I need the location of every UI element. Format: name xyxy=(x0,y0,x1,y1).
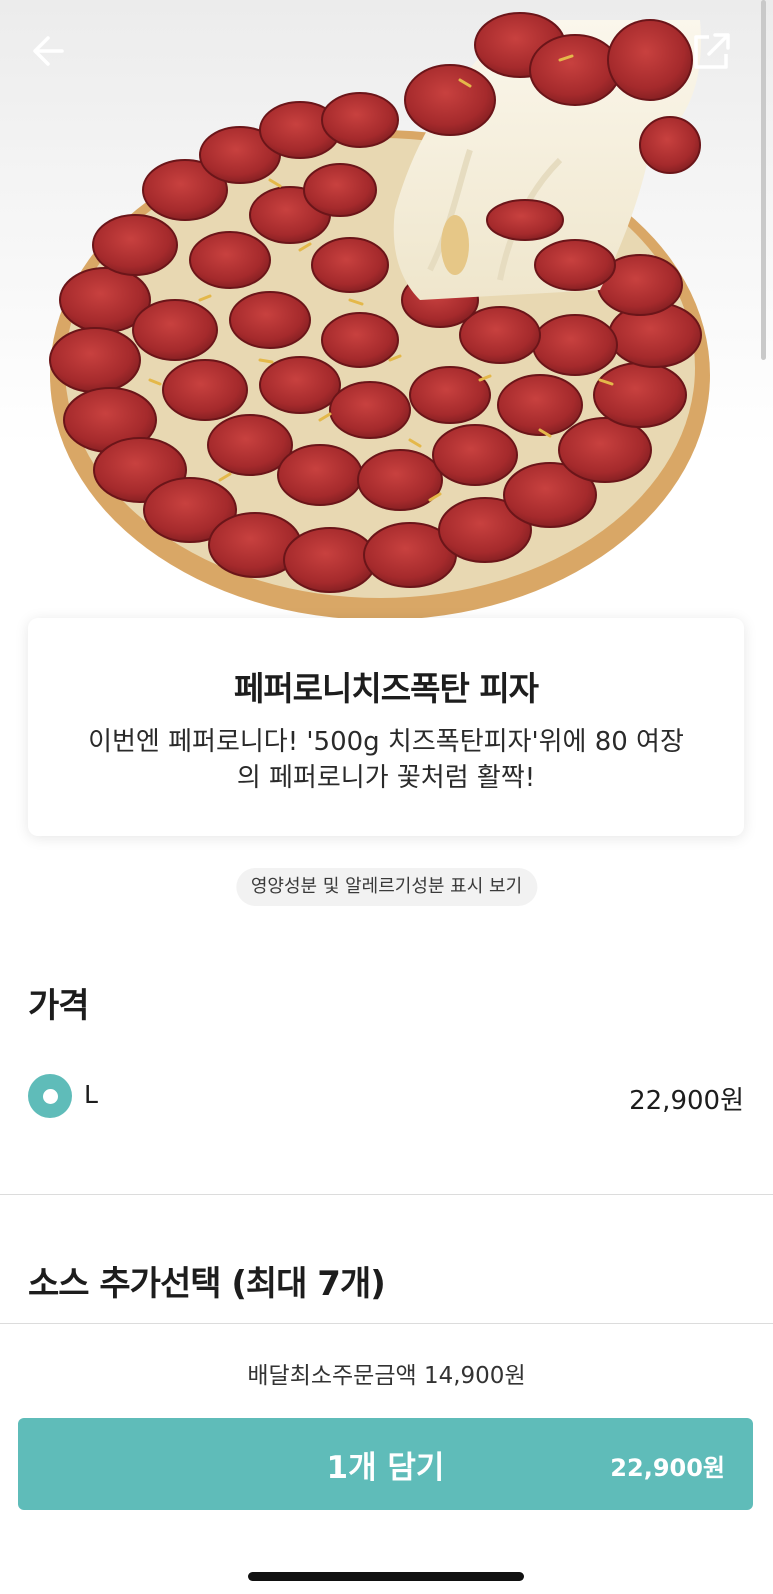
share-external-icon xyxy=(694,33,730,69)
back-button[interactable] xyxy=(24,26,74,76)
min-order-amount: 배달최소주문금액 14,900원 xyxy=(247,1363,526,1389)
pizza-image xyxy=(49,12,710,620)
nutrition-allergy-link[interactable]: 영양성분 및 알레르기성분 표시 보기 xyxy=(235,868,538,906)
product-info-card: 페퍼로니치즈폭탄 피자 이번엔 페퍼로니다! '500g 치즈폭탄피자'위에 8… xyxy=(28,618,744,836)
cart-button-price: 22,900원 xyxy=(610,1454,725,1482)
radio-dot xyxy=(42,1088,58,1104)
price-section-title: 가격 xyxy=(28,986,90,1026)
radio-selected[interactable] xyxy=(28,1074,72,1118)
section-divider xyxy=(0,1194,773,1195)
bottom-bar-divider xyxy=(0,1323,773,1324)
scrollbar-thumb[interactable] xyxy=(761,0,766,360)
add-to-cart-button[interactable]: 1개 담기 22,900원 xyxy=(18,1418,753,1510)
product-title: 페퍼로니치즈폭탄 피자 xyxy=(233,669,539,708)
option-label: L xyxy=(84,1080,98,1109)
arrow-left-icon xyxy=(33,36,64,66)
share-button[interactable] xyxy=(687,26,737,76)
option-price: 22,900원 xyxy=(629,1086,744,1116)
product-description: 이번엔 페퍼로니다! '500g 치즈폭탄피자'위에 80 여장의 페퍼로니가 … xyxy=(88,727,684,793)
product-hero xyxy=(0,0,773,640)
size-option-l[interactable]: L 22,900원 xyxy=(28,1074,744,1120)
sauce-section-title: 소스 추가선택 (최대 7개) xyxy=(28,1264,386,1304)
home-indicator[interactable] xyxy=(248,1572,524,1581)
